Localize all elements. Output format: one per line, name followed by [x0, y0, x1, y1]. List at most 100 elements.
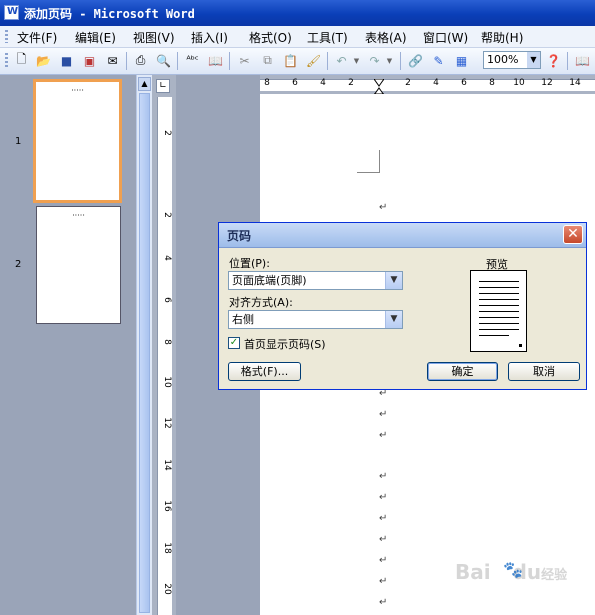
title-bar: 添加页码 - Microsoft Word [0, 0, 595, 26]
menu-insert[interactable]: 插入(I) [191, 29, 228, 46]
ruler-tick-label: 20 [162, 583, 172, 595]
read-icon[interactable]: 📖 [574, 52, 591, 69]
insert-table-icon[interactable]: ▦ [453, 52, 470, 69]
page-thumbnail-2[interactable]: ····· [36, 206, 121, 324]
copy-icon[interactable]: ⧉ [259, 52, 276, 69]
page-thumbnail-1[interactable]: ····· [33, 79, 122, 203]
format-painter-icon[interactable]: 🖌 [305, 52, 322, 69]
permission-icon[interactable]: ▣ [81, 52, 98, 69]
menu-table[interactable]: 表格(A) [365, 29, 407, 46]
thumbnails-scrollbar[interactable]: ▲ [136, 75, 153, 615]
page-number-marker [519, 344, 522, 347]
menu-help[interactable]: 帮助(H) [481, 29, 523, 46]
position-label: 位置(P): [229, 257, 270, 270]
open-folder-icon[interactable]: 📂 [35, 52, 52, 69]
position-select[interactable]: 页面底端(页脚) ▼ [228, 271, 403, 290]
page-preview [470, 270, 527, 352]
menu-tools[interactable]: 工具(T) [307, 29, 348, 46]
toolbar-separator [177, 52, 178, 70]
menu-bar: 文件(F) 编辑(E) 视图(V) 插入(I) 格式(O) 工具(T) 表格(A… [0, 26, 595, 48]
paragraph-mark: ↵ [379, 409, 388, 420]
ruler-tick-label: 6 [162, 297, 172, 303]
print-preview-icon[interactable]: 🔍 [155, 52, 172, 69]
menu-grip[interactable] [5, 30, 8, 43]
paragraph-mark: ↵ [379, 430, 388, 441]
ruler-tick-label: 10 [513, 78, 525, 88]
toolbar-separator [567, 52, 568, 70]
first-page-label: 首页显示页码(S) [244, 338, 326, 351]
tables-borders-icon[interactable]: ✎ [430, 52, 447, 69]
ruler-tick-label: 14 [162, 459, 172, 471]
ruler-tick-label: 8 [489, 78, 495, 88]
chevron-down-icon[interactable]: ▼ [385, 272, 402, 289]
zoom-select[interactable]: 100% ▼ [483, 51, 541, 69]
toolbar-separator [229, 52, 230, 70]
paragraph-mark: ↵ [379, 576, 388, 587]
window-title: 添加页码 - Microsoft Word [24, 7, 195, 21]
chevron-down-icon[interactable]: ▼ [385, 311, 402, 328]
ruler-tick-label: 18 [162, 542, 172, 554]
alignment-value: 右侧 [232, 313, 254, 326]
ruler-tick-label: 16 [162, 500, 172, 512]
redo-dropdown-icon[interactable]: ▼ [381, 52, 398, 69]
menu-format[interactable]: 格式(O) [249, 29, 292, 46]
paragraph-mark: ↵ [379, 513, 388, 524]
paragraph-mark: ↵ [379, 555, 388, 566]
zoom-value: 100% [487, 53, 519, 66]
new-document-icon[interactable]: 🗋 [13, 52, 30, 69]
paw-logo-icon: 🐾 [503, 560, 523, 579]
hyperlink-icon[interactable]: 🔗 [407, 52, 424, 69]
print-icon[interactable]: ⎙ [132, 52, 149, 69]
ruler-tick-label: 12 [541, 78, 553, 88]
ruler-tick-label: 6 [292, 78, 298, 88]
ruler-tick-label: 2 [162, 130, 172, 136]
scroll-up-icon[interactable]: ▲ [138, 77, 151, 91]
ruler-tick-label: 4 [433, 78, 439, 88]
standard-toolbar: 🗋 📂 ■ ▣ ✉ ⎙ 🔍 ᴬᵇᶜ 📖 ✂ ⧉ 📋 🖌 ↶ ▼ ↷ ▼ 🔗 ✎ … [0, 48, 595, 75]
ruler-tick-label: 4 [320, 78, 326, 88]
help-icon[interactable]: ❓ [545, 52, 562, 69]
spelling-icon[interactable]: ᴬᵇᶜ [184, 52, 201, 69]
chevron-down-icon[interactable]: ▼ [527, 52, 540, 68]
vertical-ruler-strip[interactable] [157, 97, 172, 615]
save-icon[interactable]: ■ [58, 52, 75, 69]
close-icon[interactable]: ✕ [563, 225, 583, 244]
toolbar-grip[interactable] [5, 53, 8, 69]
dialog-title: 页码 [227, 229, 252, 243]
ruler-tick-label: 8 [162, 339, 172, 345]
page-number-label: 1 [15, 136, 22, 147]
watermark-text-3: 经验 [541, 568, 568, 583]
paragraph-mark: ↵ [379, 202, 388, 213]
scrollbar-thumb[interactable] [139, 93, 150, 613]
ruler-tick-label: 8 [264, 78, 270, 88]
paragraph-mark: ↵ [379, 534, 388, 545]
undo-dropdown-icon[interactable]: ▼ [348, 52, 365, 69]
format-button[interactable]: 格式(F)... [228, 362, 301, 381]
word-app-icon[interactable] [4, 5, 19, 20]
menu-window[interactable]: 窗口(W) [423, 29, 468, 46]
menu-file[interactable]: 文件(F) [17, 29, 57, 46]
tab-selector-icon[interactable]: ∟ [156, 79, 170, 93]
paste-icon[interactable]: 📋 [282, 52, 299, 69]
email-icon[interactable]: ✉ [104, 52, 121, 69]
research-icon[interactable]: 📖 [207, 52, 224, 69]
cancel-button[interactable]: 取消 [508, 362, 580, 381]
menu-view[interactable]: 视图(V) [133, 29, 175, 46]
first-page-checkbox[interactable]: ✓ [228, 337, 240, 349]
dialog-title-bar[interactable]: 页码 ✕ [219, 223, 586, 248]
alignment-select[interactable]: 右侧 ▼ [228, 310, 403, 329]
paragraph-mark: ↵ [379, 597, 388, 608]
cut-icon[interactable]: ✂ [236, 52, 253, 69]
ruler-tick-label: 6 [461, 78, 467, 88]
menu-edit[interactable]: 编辑(E) [75, 29, 116, 46]
position-value: 页面底端(页脚) [232, 274, 307, 287]
paragraph-mark: ↵ [379, 471, 388, 482]
toolbar-separator [327, 52, 328, 70]
ruler-tick-label: 2 [348, 78, 354, 88]
ruler-tick-label: 4 [162, 255, 172, 261]
ok-button[interactable]: 确定 [427, 362, 498, 381]
paragraph-mark: ↵ [379, 492, 388, 503]
ruler-tick-label: 2 [162, 212, 172, 218]
page-number-label: 2 [15, 259, 22, 270]
toolbar-separator [400, 52, 401, 70]
